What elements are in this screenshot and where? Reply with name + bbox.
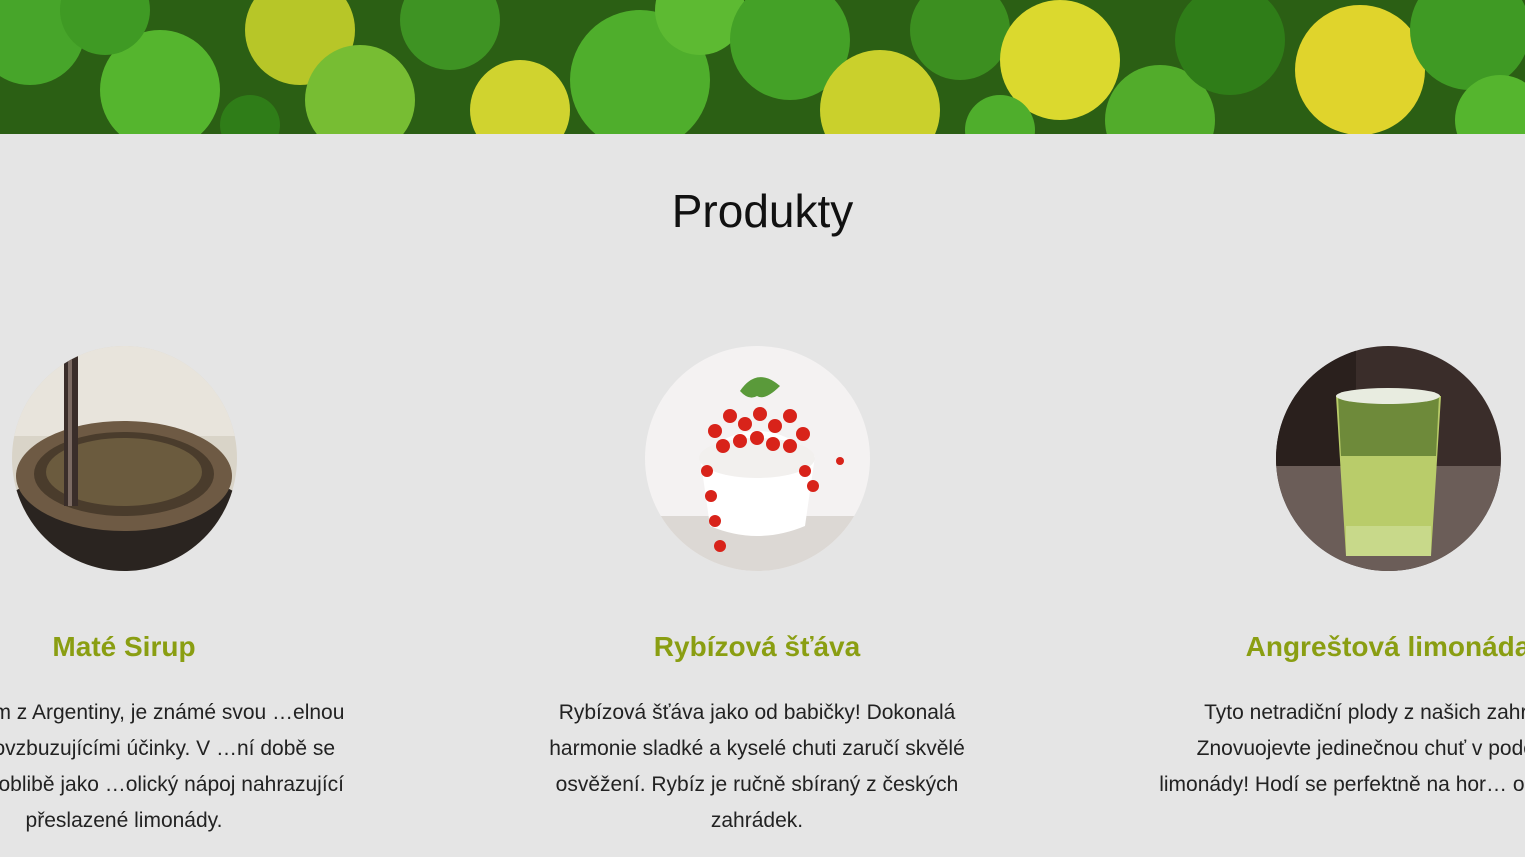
product-image-currant xyxy=(644,346,870,571)
product-description: Tyto netradiční plody z našich zahrád… Z… xyxy=(1159,701,1525,796)
product-card-currant: Rybízová šťáva Rybízová šťáva jako od ba… xyxy=(527,346,987,839)
section-title: Produkty xyxy=(671,185,854,237)
product-image-gooseberry xyxy=(1275,346,1501,571)
product-card-gooseberry: Angreštová limonáda Tyto netradiční plod… xyxy=(1158,346,1525,803)
product-name: Rybízová šťáva xyxy=(653,631,861,662)
product-image-mate xyxy=(11,346,237,571)
page: Produkty Maté Sirup …původem z Argentiny… xyxy=(0,0,1525,857)
product-description: Rybízová šťáva jako od babičky! Dokonalá… xyxy=(549,701,965,832)
product-card-mate: Maté Sirup …původem z Argentiny, je znám… xyxy=(0,346,354,839)
product-name: Angreštová limonáda xyxy=(1245,631,1525,662)
hero-banner-image xyxy=(0,0,1525,134)
product-name: Maté Sirup xyxy=(52,631,196,662)
product-description: …původem z Argentiny, je známé svou …eln… xyxy=(0,701,345,832)
